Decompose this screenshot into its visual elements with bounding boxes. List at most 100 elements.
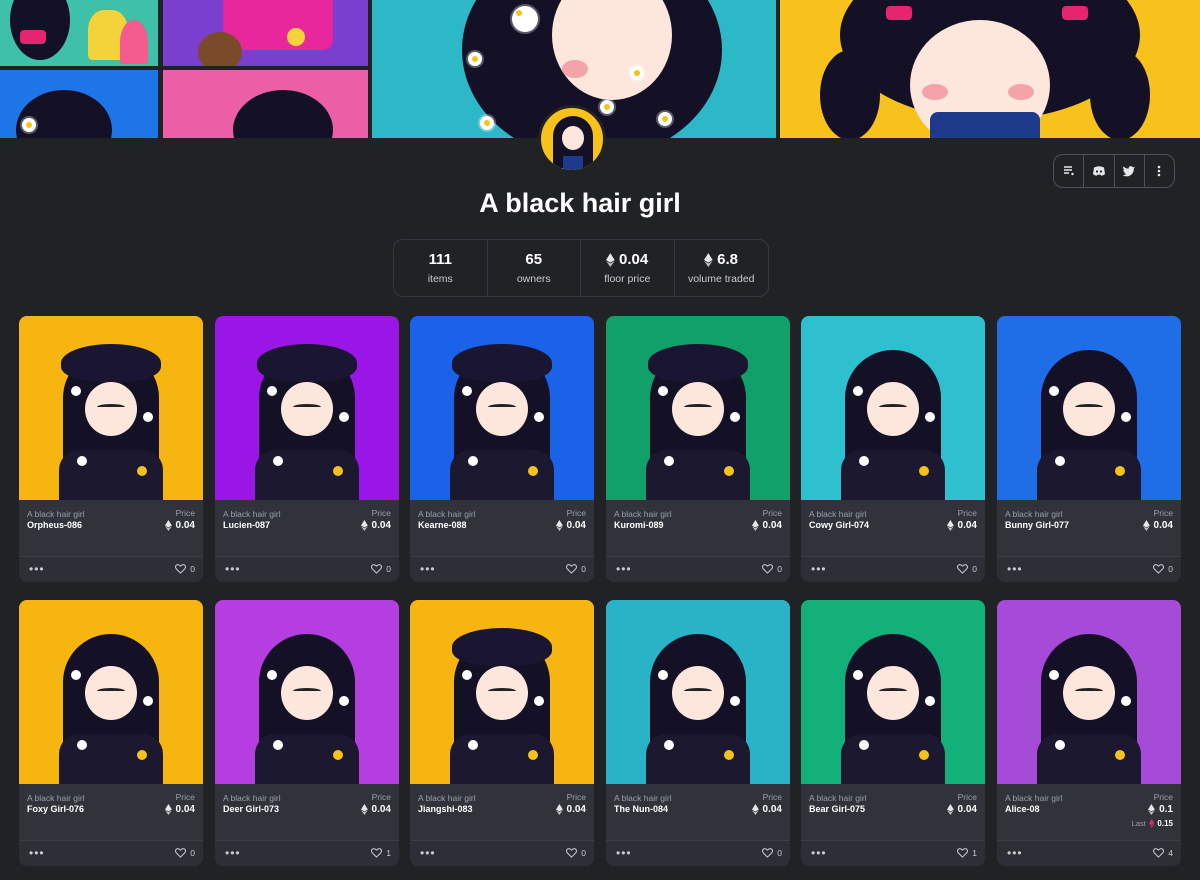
more-options-icon[interactable]: ••• [811, 846, 827, 860]
nft-image[interactable] [801, 600, 985, 784]
nft-image[interactable] [215, 316, 399, 500]
heart-icon [371, 848, 383, 858]
favorite-button[interactable]: 4 [1153, 848, 1173, 858]
stat-items[interactable]: 111 items [394, 240, 488, 296]
nft-image[interactable] [19, 316, 203, 500]
more-options-icon[interactable]: ••• [29, 562, 45, 576]
card-collection-name: A black hair girl [223, 509, 281, 519]
eth-icon [946, 520, 954, 531]
more-options-icon[interactable]: ••• [1007, 846, 1023, 860]
eth-icon [555, 520, 563, 531]
more-options-icon[interactable]: ••• [420, 562, 436, 576]
nft-card[interactable]: A black hair girl Kearne-088 Price 0.04 ••• 0 [410, 316, 594, 582]
favorite-button[interactable]: 1 [371, 848, 391, 858]
card-item-name[interactable]: Bunny Girl-077 [1005, 520, 1069, 530]
nft-card[interactable]: A black hair girl Bunny Girl-077 Price 0.04… [997, 316, 1181, 582]
favorite-button[interactable]: 0 [762, 848, 782, 858]
price-label: Price [566, 792, 586, 802]
card-footer: ••• 0 [19, 556, 203, 582]
favorite-button[interactable]: 1 [957, 848, 977, 858]
favorite-button[interactable]: 0 [566, 848, 586, 858]
collection-banner [0, 0, 1200, 138]
banner-art-tile [0, 70, 158, 138]
price-value: 0.04 [1142, 520, 1173, 531]
nft-image[interactable] [606, 600, 790, 784]
card-item-name[interactable]: Jiangshi-083 [418, 804, 473, 814]
nft-card[interactable]: A black hair girl Cowy Girl-074 Price 0.04 •… [801, 316, 985, 582]
card-item-name[interactable]: Deer Girl-073 [223, 804, 279, 814]
nft-image[interactable] [997, 600, 1181, 784]
nft-card[interactable]: A black hair girl Kuromi-089 Price 0.04 ••• 0 [606, 316, 790, 582]
price-value: 0.04 [946, 520, 977, 531]
nft-card[interactable]: A black hair girl The Nun-084 Price 0.04 •••… [606, 600, 790, 866]
twitter-icon[interactable] [1115, 155, 1145, 187]
nft-image[interactable] [19, 600, 203, 784]
favorite-button[interactable]: 0 [566, 564, 586, 574]
more-options-icon[interactable]: ••• [811, 562, 827, 576]
more-options-icon[interactable]: ••• [420, 846, 436, 860]
card-item-name[interactable]: Orpheus-086 [27, 520, 82, 530]
more-options-icon[interactable]: ••• [29, 846, 45, 860]
nft-card[interactable]: A black hair girl Lucien-087 Price 0.04 ••• 0 [215, 316, 399, 582]
nft-card[interactable]: A black hair girl Jiangshi-083 Price 0.04 ••… [410, 600, 594, 866]
price-value: 0.1 [1148, 804, 1173, 815]
nft-card[interactable]: A black hair girl Orpheus-086 Price 0.04 •••… [19, 316, 203, 582]
nft-image[interactable] [410, 316, 594, 500]
favorite-button[interactable]: 0 [762, 564, 782, 574]
nft-card[interactable]: A black hair girl Foxy Girl-076 Price 0.04 •… [19, 600, 203, 866]
more-vertical-icon[interactable] [1145, 155, 1174, 187]
card-item-name[interactable]: Alice-08 [1005, 804, 1040, 814]
collection-title: A black hair girl [479, 188, 681, 218]
card-item-name[interactable]: Bear Girl-075 [809, 804, 865, 814]
card-item-name[interactable]: Kearne-088 [418, 520, 467, 530]
card-meta: A black hair girl Alice-08 Price 0.1 Last 0.1… [997, 784, 1181, 840]
eth-icon [946, 804, 954, 815]
nft-image[interactable] [606, 316, 790, 500]
nft-card[interactable]: A black hair girl Bear Girl-075 Price 0.04 •… [801, 600, 985, 866]
nft-image[interactable] [410, 600, 594, 784]
more-options-icon[interactable]: ••• [225, 562, 241, 576]
heart-icon [175, 564, 187, 574]
card-meta: A black hair girl Bear Girl-075 Price 0.04 [801, 784, 985, 840]
discord-icon[interactable] [1084, 155, 1115, 187]
card-collection-name: A black hair girl [223, 793, 281, 803]
more-options-icon[interactable]: ••• [1007, 562, 1023, 576]
card-item-name[interactable]: The Nun-084 [614, 804, 668, 814]
heart-icon [566, 564, 578, 574]
heart-icon [1153, 564, 1165, 574]
activity-icon[interactable] [1054, 155, 1085, 187]
card-item-name[interactable]: Foxy Girl-076 [27, 804, 84, 814]
card-item-name[interactable]: Kuromi-089 [614, 520, 664, 530]
price-label: Price [175, 792, 195, 802]
favorite-button[interactable]: 0 [175, 848, 195, 858]
card-collection-name: A black hair girl [1005, 793, 1063, 803]
card-collection-name: A black hair girl [418, 793, 476, 803]
more-options-icon[interactable]: ••• [225, 846, 241, 860]
collection-avatar [538, 105, 606, 173]
card-footer: ••• 0 [215, 556, 399, 582]
favorite-button[interactable]: 0 [957, 564, 977, 574]
nft-image[interactable] [801, 316, 985, 500]
stat-floor-price[interactable]: 0.04 floor price [581, 240, 675, 296]
more-options-icon[interactable]: ••• [616, 846, 632, 860]
more-options-icon[interactable]: ••• [616, 562, 632, 576]
nft-card[interactable]: A black hair girl Alice-08 Price 0.1 Last 0.1… [997, 600, 1181, 866]
price-value: 0.04 [360, 520, 391, 531]
card-footer: ••• 4 [997, 840, 1181, 866]
price-label: Price [1153, 792, 1173, 802]
price-label: Price [175, 508, 195, 518]
card-collection-name: A black hair girl [418, 509, 476, 519]
favorite-button[interactable]: 0 [371, 564, 391, 574]
nft-card[interactable]: A black hair girl Deer Girl-073 Price 0.04 •… [215, 600, 399, 866]
stat-owners[interactable]: 65 owners [488, 240, 581, 296]
favorite-button[interactable]: 0 [1153, 564, 1173, 574]
eth-icon [606, 252, 615, 267]
card-item-name[interactable]: Lucien-087 [223, 520, 270, 530]
nft-image[interactable] [997, 316, 1181, 500]
nft-image[interactable] [215, 600, 399, 784]
stat-volume-traded[interactable]: 6.8 volume traded [675, 240, 769, 296]
stat-value: 111 [428, 251, 452, 268]
card-item-name[interactable]: Cowy Girl-074 [809, 520, 869, 530]
card-footer: ••• 0 [410, 840, 594, 866]
favorite-button[interactable]: 0 [175, 564, 195, 574]
